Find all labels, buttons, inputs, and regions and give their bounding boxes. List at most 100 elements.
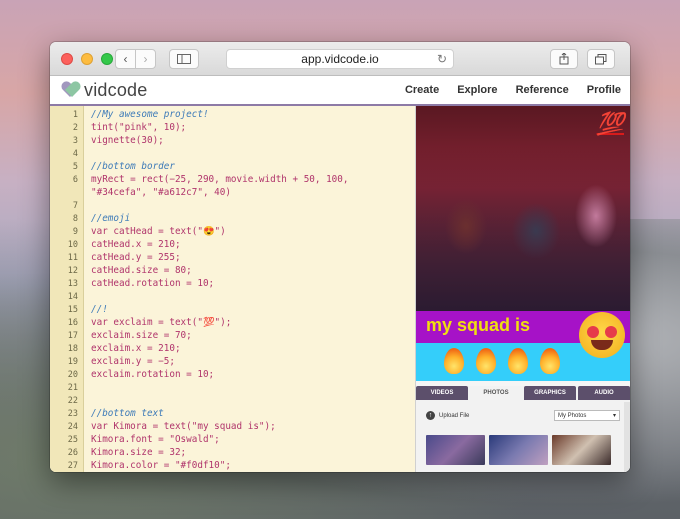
vidcode-logo[interactable]: vidcode	[62, 80, 147, 101]
video-frame	[416, 146, 630, 316]
code-line[interactable]: 11 catHead.y = 255;	[50, 251, 181, 264]
code-text: //bottom border	[91, 161, 175, 172]
line-number: 12	[67, 265, 78, 276]
preview-column: 💯 my squad is VIDEOS PHOTOS GRAPHICS AUD…	[416, 106, 630, 472]
sidebar-toggle-button[interactable]	[169, 49, 199, 69]
top-nav: Create Explore Reference Profile	[396, 84, 630, 96]
code-text: var catHead = text("😍")	[91, 226, 226, 237]
back-button[interactable]: ‹	[115, 49, 136, 69]
emoji-mouth	[591, 340, 613, 350]
code-text: exclaim.rotation = 10;	[91, 369, 215, 380]
code-editor[interactable]: 1 //My awesome project! 2 tint("pink", 10);…	[50, 106, 415, 472]
line-number: 24	[67, 421, 78, 432]
code-line[interactable]: 9 var catHead = text("😍")	[50, 225, 226, 238]
upload-file-link[interactable]: Upload File	[439, 413, 469, 419]
chevron-left-icon: ‹	[123, 52, 128, 66]
code-line[interactable]: "#34cefa", "#a612c7", 40)	[50, 186, 231, 199]
line-number: 11	[67, 252, 78, 263]
chevron-down-icon: ▾	[612, 413, 616, 419]
photo-thumbnail[interactable]	[552, 435, 611, 465]
code-text: //My awesome project!	[91, 109, 209, 120]
line-number: 26	[67, 447, 78, 458]
photo-thumbnail[interactable]	[426, 435, 485, 465]
url-text: app.vidcode.io	[301, 52, 379, 66]
line-number: 5	[72, 161, 78, 172]
code-line[interactable]: 21	[50, 381, 91, 394]
code-line[interactable]: 16 var exclaim = text("💯");	[50, 316, 232, 329]
tab-videos[interactable]: VIDEOS	[416, 386, 468, 400]
app-header: vidcode Create Explore Reference Profile	[50, 76, 630, 106]
heart-logo-icon	[62, 82, 80, 98]
upload-row: ↑ Upload File My Photos ▾	[426, 410, 620, 421]
heart-eyes-emoji	[579, 312, 625, 358]
zoom-window-button[interactable]	[101, 53, 113, 65]
nav-create[interactable]: Create	[396, 84, 448, 96]
code-line[interactable]: 23 //bottom text	[50, 407, 164, 420]
code-line[interactable]: 19 exclaim.y = −5;	[50, 355, 175, 368]
code-line[interactable]: 26 Kimora.size = 32;	[50, 446, 186, 459]
media-body: ↑ Upload File My Photos ▾	[416, 402, 630, 472]
code-line[interactable]: 20 exclaim.rotation = 10;	[50, 368, 214, 381]
close-window-button[interactable]	[61, 53, 73, 65]
show-tabs-button[interactable]	[587, 49, 615, 69]
code-line[interactable]: 13 catHead.rotation = 10;	[50, 277, 214, 290]
code-line[interactable]: 15 //!	[50, 303, 108, 316]
line-number: 27	[67, 460, 78, 471]
code-text: "#34cefa", "#a612c7", 40)	[91, 187, 231, 198]
share-button[interactable]	[550, 49, 578, 69]
photo-thumbnails	[426, 435, 620, 465]
code-line[interactable]: 17 exclaim.size = 70;	[50, 329, 192, 342]
minimize-window-button[interactable]	[81, 53, 93, 65]
code-text: exclaim.x = 210;	[91, 343, 181, 354]
address-bar[interactable]: app.vidcode.io ↻	[226, 49, 454, 69]
code-text: Kimora.color = "#f0df10";	[91, 460, 231, 471]
line-number: 3	[72, 135, 78, 146]
fire-icon	[444, 348, 464, 374]
upload-icon[interactable]: ↑	[426, 411, 435, 420]
overlay-text: my squad is	[426, 315, 531, 335]
fire-icon	[476, 348, 496, 374]
line-number: 10	[67, 239, 78, 250]
photo-source-value: My Photos	[558, 412, 587, 419]
tab-photos[interactable]: PHOTOS	[470, 386, 522, 400]
code-line[interactable]: 3 vignette(30);	[50, 134, 164, 147]
code-line[interactable]: 1 //My awesome project!	[50, 108, 209, 121]
line-number: 7	[72, 200, 78, 211]
photo-thumbnail[interactable]	[489, 435, 548, 465]
logo-vid: vid	[84, 79, 108, 100]
line-number: 15	[67, 304, 78, 315]
media-tabs: VIDEOS PHOTOS GRAPHICS AUDIO	[416, 386, 630, 400]
code-line[interactable]: 27 Kimora.color = "#f0df10";	[50, 459, 231, 472]
code-line[interactable]: 18 exclaim.x = 210;	[50, 342, 181, 355]
code-text: catHead.x = 210;	[91, 239, 181, 250]
photo-source-select[interactable]: My Photos ▾	[554, 410, 620, 421]
code-line[interactable]: 5 //bottom border	[50, 160, 175, 173]
code-line[interactable]: 8 //emoji	[50, 212, 130, 225]
code-line[interactable]: 10 catHead.x = 210;	[50, 238, 181, 251]
code-text: catHead.size = 80;	[91, 265, 192, 276]
fire-icon	[508, 348, 528, 374]
browser-toolbar: ‹ › app.vidcode.io ↻	[50, 42, 630, 76]
browser-window: ‹ › app.vidcode.io ↻ vidcode Create Expl…	[50, 42, 630, 472]
fire-icon	[540, 348, 560, 374]
code-line[interactable]: 25 Kimora.font = "Oswald";	[50, 433, 220, 446]
code-line[interactable]: 6 myRect = rect(−25, 290, movie.width + 5…	[50, 173, 349, 186]
heart-eye-right	[605, 326, 617, 338]
forward-button[interactable]: ›	[135, 49, 156, 69]
nav-profile[interactable]: Profile	[578, 84, 630, 96]
line-number: 1	[72, 109, 78, 120]
tab-audio[interactable]: AUDIO	[578, 386, 630, 400]
code-line[interactable]: 14	[50, 290, 91, 303]
nav-reference[interactable]: Reference	[507, 84, 578, 96]
media-scrollbar[interactable]	[624, 402, 630, 472]
nav-explore[interactable]: Explore	[448, 84, 506, 96]
tab-graphics[interactable]: GRAPHICS	[524, 386, 576, 400]
video-preview[interactable]: 💯 my squad is	[416, 106, 630, 381]
reload-icon[interactable]: ↻	[437, 52, 447, 66]
code-line[interactable]: 7	[50, 199, 91, 212]
code-line[interactable]: 2 tint("pink", 10);	[50, 121, 186, 134]
code-line[interactable]: 12 catHead.size = 80;	[50, 264, 192, 277]
code-line[interactable]: 24 var Kimora = text("my squad is");	[50, 420, 276, 433]
code-line[interactable]: 4	[50, 147, 91, 160]
code-line[interactable]: 22	[50, 394, 91, 407]
